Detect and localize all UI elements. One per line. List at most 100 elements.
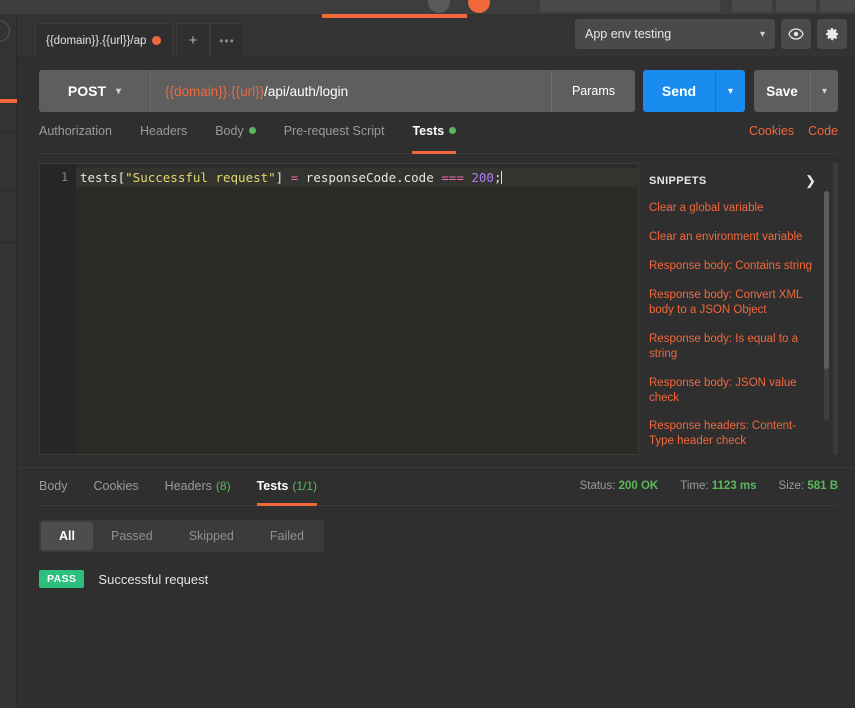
tab-authorization[interactable]: Authorization: [39, 124, 112, 153]
snippet-item[interactable]: Response body: JSON value check: [649, 376, 838, 406]
code-line-1: tests["Successful request"] = responseCo…: [76, 168, 638, 187]
url-bar-row: POST ▾ {{domain}}.{{url}}/api/auth/login…: [17, 58, 855, 112]
snippets-panel-edge: [833, 163, 838, 455]
response-meta: Status: 200 OK Time: 1123 ms Size: 581 B: [580, 480, 838, 492]
tabbar-accent-bar: [322, 14, 467, 18]
toolbar-circle-gray: [428, 0, 450, 13]
filter-all-label: All: [59, 529, 75, 543]
filter-skipped-label: Skipped: [188, 529, 234, 543]
toolbar-circle-orange: [468, 0, 490, 13]
code-token-semicolon: ;: [493, 170, 502, 185]
editor-line-gutter: 1: [40, 164, 76, 454]
snippets-scrollbar[interactable]: [824, 191, 829, 421]
code-token-responsecode: responseCode.code: [298, 170, 442, 185]
snippet-item[interactable]: Clear a global variable: [649, 201, 838, 216]
snippet-item[interactable]: Response headers: Content-Type header ch…: [649, 419, 838, 449]
filter-passed[interactable]: Passed: [93, 522, 171, 550]
tab-pre-request-script[interactable]: Pre-request Script: [284, 124, 385, 153]
tab-options-button[interactable]: •••: [210, 23, 244, 57]
test-result-row: PASS Successful request: [39, 570, 855, 588]
filter-skipped[interactable]: Skipped: [171, 522, 252, 550]
environment-quicklook-button[interactable]: [781, 19, 811, 49]
response-tab-cookies-label: Cookies: [93, 479, 139, 493]
chevron-right-icon[interactable]: ❯: [805, 173, 816, 189]
snippets-scrollbar-thumb[interactable]: [824, 191, 829, 369]
save-button-group: Save ▾: [754, 70, 838, 112]
toolbar-pill-4[interactable]: [820, 0, 855, 12]
environment-selected-label: App env testing: [585, 27, 672, 41]
response-tab-body[interactable]: Body: [39, 468, 68, 505]
size-key: Size:: [778, 480, 805, 492]
save-button[interactable]: Save: [754, 70, 810, 112]
code-token-bracket: ]: [275, 170, 291, 185]
sidebar-divider-1: [0, 132, 17, 133]
snippets-header: SNIPPETS ❯: [649, 173, 838, 189]
snippet-item[interactable]: Response body: Contains string: [649, 259, 838, 274]
filter-failed[interactable]: Failed: [252, 522, 322, 550]
time-meta: Time: 1123 ms: [680, 480, 756, 492]
response-tab-headers-label: Headers: [164, 479, 212, 493]
response-tab-tests[interactable]: Tests (1/1): [256, 468, 318, 506]
response-tab-body-label: Body: [39, 479, 68, 493]
method-select[interactable]: POST ▾: [39, 70, 151, 112]
request-tab-active[interactable]: {{domain}}.{{url}}/api: [35, 23, 173, 57]
toolbar-pill-2[interactable]: [732, 0, 772, 12]
chevron-down-icon: ▾: [727, 85, 734, 97]
save-options-button[interactable]: ▾: [810, 70, 838, 112]
tab-tests[interactable]: Tests: [412, 124, 457, 154]
send-button-group: Send ▾: [643, 70, 745, 112]
sidebar-divider-2: [0, 190, 17, 191]
chevron-down-icon: ▾: [759, 28, 765, 40]
test-result-filters: All Passed Skipped Failed: [39, 520, 324, 552]
url-variable-segment: {{domain}}.{{url}}: [165, 83, 265, 99]
response-tab-headers[interactable]: Headers (8): [165, 468, 231, 505]
status-badge: PASS: [39, 570, 85, 588]
filter-all[interactable]: All: [41, 522, 93, 550]
toolbar-pill-1[interactable]: [540, 0, 720, 12]
send-options-button[interactable]: ▾: [715, 70, 745, 112]
code-link[interactable]: Code: [808, 124, 838, 138]
line-number: 1: [61, 170, 68, 184]
new-tab-button[interactable]: +: [176, 23, 210, 57]
send-button[interactable]: Send: [643, 70, 715, 112]
code-token-tests: tests[: [80, 170, 126, 185]
size-meta: Size: 581 B: [779, 480, 838, 492]
snippet-item[interactable]: Clear an environment variable: [649, 230, 838, 245]
status-key: Status:: [579, 480, 616, 492]
tests-code-editor[interactable]: 1 tests["Successful request"] = response…: [39, 163, 639, 455]
chevron-down-icon: ▾: [821, 85, 828, 97]
snippet-item[interactable]: Response body: Is equal to a string: [649, 332, 838, 362]
test-result-name: Successful request: [98, 571, 209, 587]
filter-passed-label: Passed: [110, 529, 153, 543]
url-path-segment: /api/auth/login: [264, 83, 349, 99]
snippet-item[interactable]: Response body: Convert XML body to a JSO…: [649, 288, 838, 318]
editor-code-area[interactable]: tests["Successful request"] = responseCo…: [76, 164, 638, 454]
tab-body-label: Body: [215, 124, 244, 138]
tab-tests-label: Tests: [412, 124, 445, 138]
request-section-tabs: Authorization Headers Body Pre-request S…: [39, 124, 838, 154]
sidebar-divider-3: [0, 242, 17, 243]
send-label: Send: [661, 83, 697, 99]
left-sidebar-rail: [0, 14, 17, 708]
unsaved-changes-dot: [152, 36, 161, 45]
response-tabs: Body Cookies Headers (8) Tests (1/1) Sta…: [39, 468, 838, 506]
snippets-list: Clear a global variable Clear an environ…: [649, 201, 838, 455]
response-tab-tests-underline: [256, 503, 318, 506]
tab-body[interactable]: Body: [215, 124, 256, 153]
toolbar-pill-3[interactable]: [776, 0, 816, 12]
gear-icon: [826, 28, 838, 41]
params-button[interactable]: Params: [551, 70, 635, 112]
tests-filled-indicator-icon: [449, 127, 457, 134]
params-label: Params: [571, 84, 616, 98]
tab-tests-underline: [412, 151, 457, 154]
status-meta: Status: 200 OK: [580, 480, 659, 492]
cookies-link[interactable]: Cookies: [749, 124, 794, 138]
environment-select[interactable]: App env testing ▾: [575, 19, 775, 49]
tab-headers[interactable]: Headers: [140, 124, 187, 153]
response-tab-cookies[interactable]: Cookies: [94, 468, 139, 505]
sidebar-active-marker: [0, 99, 17, 103]
environment-settings-button[interactable]: [817, 19, 847, 49]
snippets-title: SNIPPETS: [649, 175, 707, 187]
url-input[interactable]: {{domain}}.{{url}}/api/auth/login: [151, 70, 551, 112]
main-panel: {{domain}}.{{url}}/api + ••• App env tes…: [17, 14, 855, 708]
